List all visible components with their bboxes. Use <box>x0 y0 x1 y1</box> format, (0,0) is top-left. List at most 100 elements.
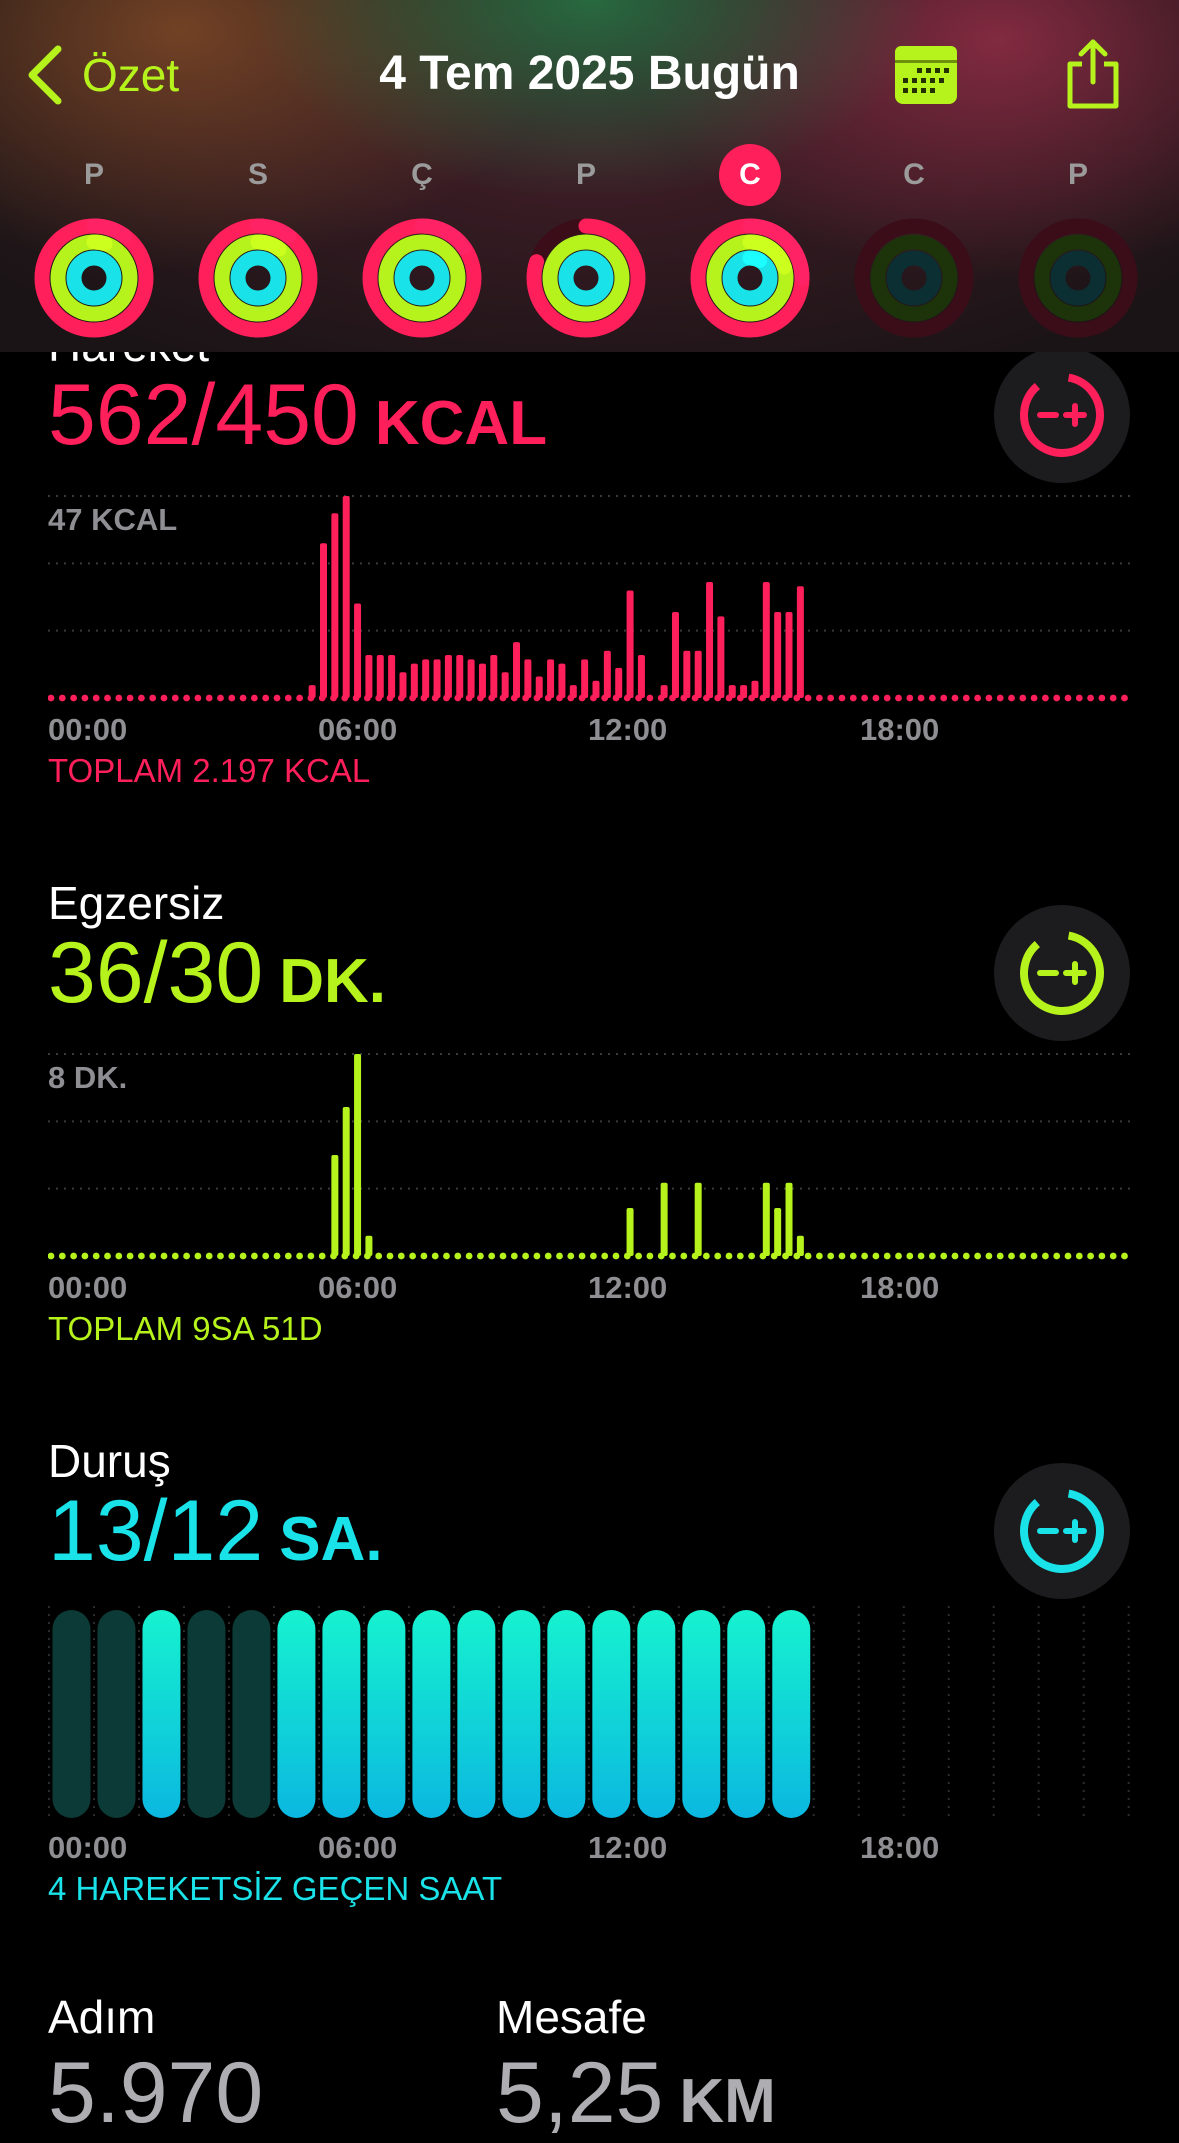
move-tick-label: 00:00 <box>48 712 128 747</box>
day-3[interactable]: P <box>521 150 651 340</box>
stand-hour-bar <box>187 1610 226 1818</box>
day-5[interactable]: C <box>849 150 979 340</box>
baseline-dot <box>849 694 857 702</box>
bar <box>547 659 555 698</box>
share-button[interactable] <box>1062 36 1124 112</box>
day-0[interactable]: P <box>29 150 159 340</box>
bar <box>717 616 725 698</box>
day-letter: P <box>575 158 596 191</box>
stand-chart <box>48 1606 1132 1822</box>
baseline-dot <box>296 1252 303 1260</box>
day-1[interactable]: S <box>193 150 323 340</box>
day-6[interactable]: P <box>1013 150 1143 340</box>
stand-hour-bar <box>547 1610 586 1818</box>
baseline-dot <box>1121 694 1128 702</box>
bar <box>365 1235 373 1256</box>
exercise-unit: DK. <box>279 947 386 1016</box>
bar <box>774 1208 782 1256</box>
move-tick-label: 12:00 <box>588 712 668 747</box>
baseline-dot <box>1019 1252 1027 1260</box>
minus-plus-ring-icon <box>1020 1489 1104 1573</box>
minus-plus-ring-icon <box>1020 931 1104 1015</box>
baseline-dot <box>149 1252 157 1260</box>
baseline-dot <box>601 1252 609 1260</box>
exercise-goal-adjust-button[interactable] <box>994 905 1130 1041</box>
stand-hour-bar <box>502 1610 541 1818</box>
baseline-dot <box>590 1252 597 1260</box>
bar <box>331 513 339 698</box>
bar <box>342 496 350 698</box>
baseline-dot <box>239 694 247 702</box>
baseline-dot <box>70 1252 77 1260</box>
baseline-dot <box>58 694 66 702</box>
day-letter: C <box>903 158 925 191</box>
baseline-dot <box>477 1252 484 1260</box>
day-letter: S <box>247 158 268 191</box>
baseline-dot <box>217 1252 224 1260</box>
baseline-dot <box>929 694 936 702</box>
day-2[interactable]: Ç <box>357 150 487 340</box>
bar <box>433 659 441 698</box>
baseline-dot <box>985 694 993 702</box>
move-unit: KCAL <box>374 389 548 458</box>
stand-unit: SA. <box>279 1505 383 1574</box>
baseline-dot <box>251 1252 258 1260</box>
stand-goal-adjust-button[interactable] <box>994 1463 1130 1599</box>
baseline-dot <box>1109 694 1117 702</box>
baseline-dot <box>1098 1252 1106 1260</box>
header: Özet 4 Tem 2025 Bugün PSÇPCCP <box>0 0 1179 352</box>
day-4[interactable]: C <box>685 144 815 340</box>
stand-hour-bar <box>772 1610 811 1818</box>
bar <box>524 659 532 698</box>
baseline-dot <box>194 1252 202 1260</box>
baseline-dot <box>81 694 89 702</box>
bar <box>706 581 714 698</box>
move-goal-adjust-button[interactable] <box>994 347 1130 483</box>
baseline-dot <box>205 694 213 702</box>
baseline-dot <box>917 694 925 702</box>
baseline-dot <box>510 1252 518 1260</box>
stand-hour-bar <box>142 1610 181 1818</box>
baseline-dot <box>1087 694 1094 702</box>
baseline-dot <box>725 1252 733 1260</box>
baseline-dot <box>680 1252 688 1260</box>
baseline-dot <box>872 1252 880 1260</box>
bar <box>581 659 589 698</box>
baseline-dot <box>431 1252 439 1260</box>
bar <box>478 663 486 698</box>
stand-tick-label: 00:00 <box>48 1830 128 1865</box>
activity-rings-icon <box>198 218 318 338</box>
baseline-dot <box>104 694 111 702</box>
stand-hour-bar <box>457 1610 496 1818</box>
baseline-dot <box>273 694 281 702</box>
exercise-chart <box>47 1034 1132 1274</box>
baseline-dot <box>183 1252 191 1260</box>
exercise-total: TOPLAM 9SA 51D <box>48 1310 323 1347</box>
day-letter: P <box>83 158 104 191</box>
minus-plus-ring-icon <box>1020 373 1104 457</box>
baseline-dot <box>816 694 823 702</box>
baseline-dot <box>1075 1252 1083 1260</box>
bar <box>740 685 748 698</box>
distance-value: 5,25 <box>496 2045 664 2141</box>
baseline-dot <box>635 1252 642 1260</box>
baseline-dot <box>262 1252 270 1260</box>
bar <box>637 655 645 698</box>
exercise-max-label: 8 DK. <box>48 1060 128 1095</box>
baseline-dot <box>465 1252 473 1260</box>
baseline-dot <box>1087 1252 1094 1260</box>
baseline-dot <box>827 694 835 702</box>
stand-hour-bar <box>322 1610 361 1818</box>
activity-rings-icon <box>362 218 482 338</box>
bar <box>388 655 396 698</box>
distance-value-row: 5,25 KM <box>496 2044 776 2143</box>
exercise-chart-svg <box>47 1053 1132 1260</box>
baseline-dot <box>194 694 202 702</box>
baseline-dot <box>556 1252 563 1260</box>
stand-hour-bar <box>97 1610 136 1818</box>
calendar-button[interactable] <box>893 44 959 106</box>
baseline-dot <box>714 1252 722 1260</box>
baseline-dot <box>443 1252 450 1260</box>
baseline-dot <box>748 1252 755 1260</box>
baseline-dot <box>160 694 168 702</box>
